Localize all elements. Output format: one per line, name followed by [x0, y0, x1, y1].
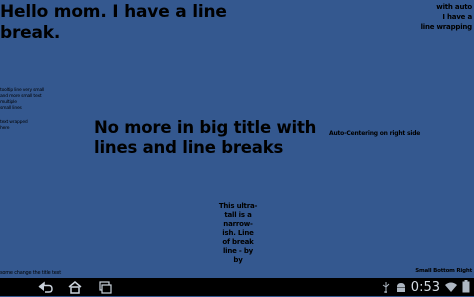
bottom-left-text: some change the title text [0, 270, 62, 276]
status-area[interactable]: 0:53 [381, 278, 470, 296]
android-debug-icon [395, 278, 407, 297]
system-navigation-bar: 0:53 [0, 278, 474, 296]
home-button[interactable] [66, 280, 84, 294]
back-button[interactable] [36, 280, 54, 294]
wifi-icon [444, 278, 458, 297]
top-right-text: with auto I have a line wrapping [420, 3, 473, 31]
recent-apps-icon [99, 281, 112, 294]
usb-icon [381, 278, 391, 297]
narrow-centered-text: This ultra- tall is a narrow- ish. Line … [218, 202, 258, 264]
bottom-right-text: Small Bottom Right [415, 268, 472, 274]
app-canvas: Hello mom. I have a line break. with aut… [0, 0, 474, 278]
center-text: No more in big title with lines and line… [94, 118, 317, 157]
back-icon [38, 281, 53, 293]
status-clock: 0:53 [410, 279, 440, 295]
battery-icon [462, 278, 470, 297]
top-left-text: Hello mom. I have a line break. [0, 2, 227, 43]
recent-apps-button[interactable] [96, 280, 114, 294]
left-middle-text-2: text wrapped here [0, 120, 28, 131]
right-middle-text: Auto-Centering on right side [329, 130, 421, 137]
home-icon [68, 281, 82, 294]
left-middle-text: tooltip line very small and more small t… [0, 88, 45, 111]
